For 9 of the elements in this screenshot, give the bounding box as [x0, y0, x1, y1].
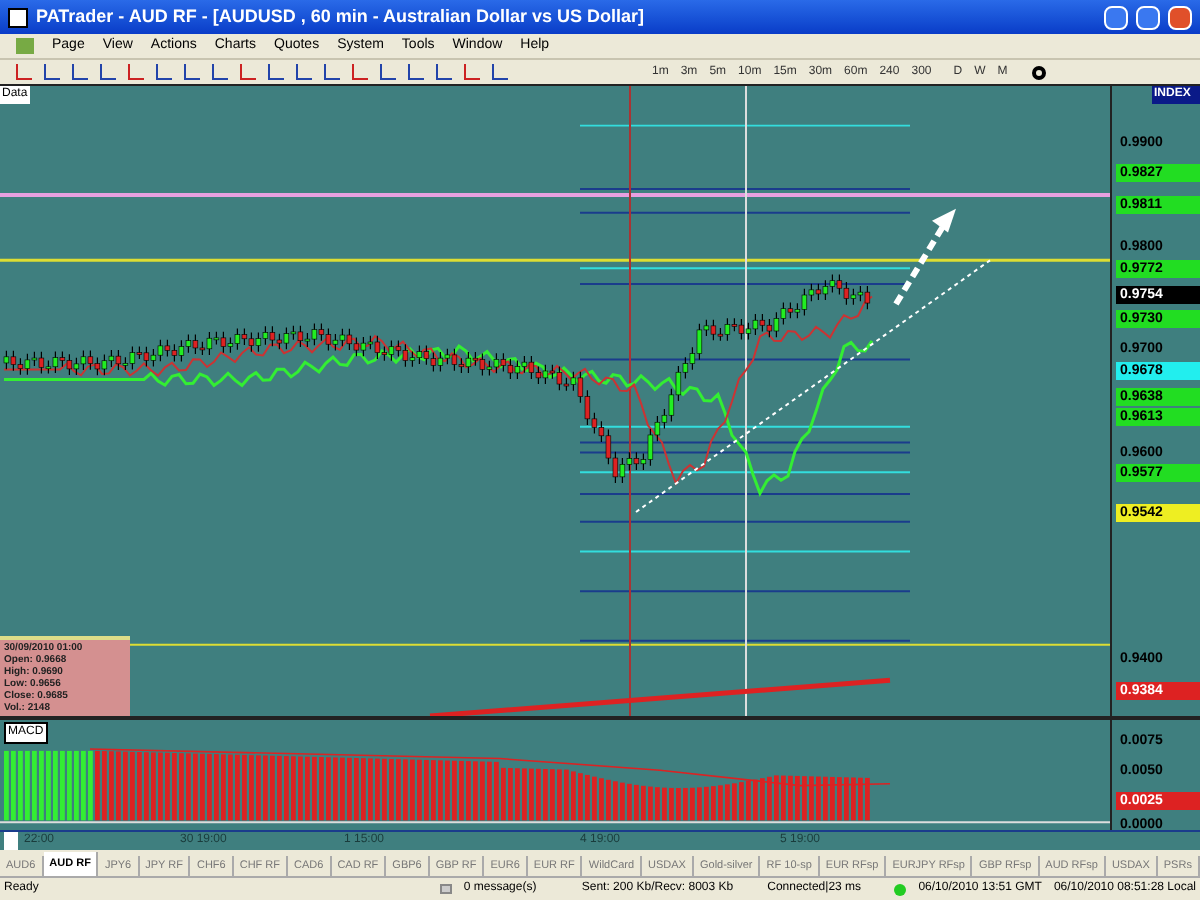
window-title: PATrader - AUD RF - [AUDUSD , 60 min - Australian Dollar vs US Dollar] — [36, 3, 647, 30]
connection-icon — [894, 883, 907, 895]
dashed-arrow-drawing — [893, 208, 956, 306]
clock-icon[interactable] — [1031, 65, 1046, 79]
app-icon — [8, 7, 28, 27]
maximize-button[interactable] — [1136, 5, 1160, 29]
message-icon — [440, 884, 452, 894]
minimize-button[interactable] — [1104, 5, 1128, 29]
close-button[interactable] — [1168, 5, 1192, 29]
